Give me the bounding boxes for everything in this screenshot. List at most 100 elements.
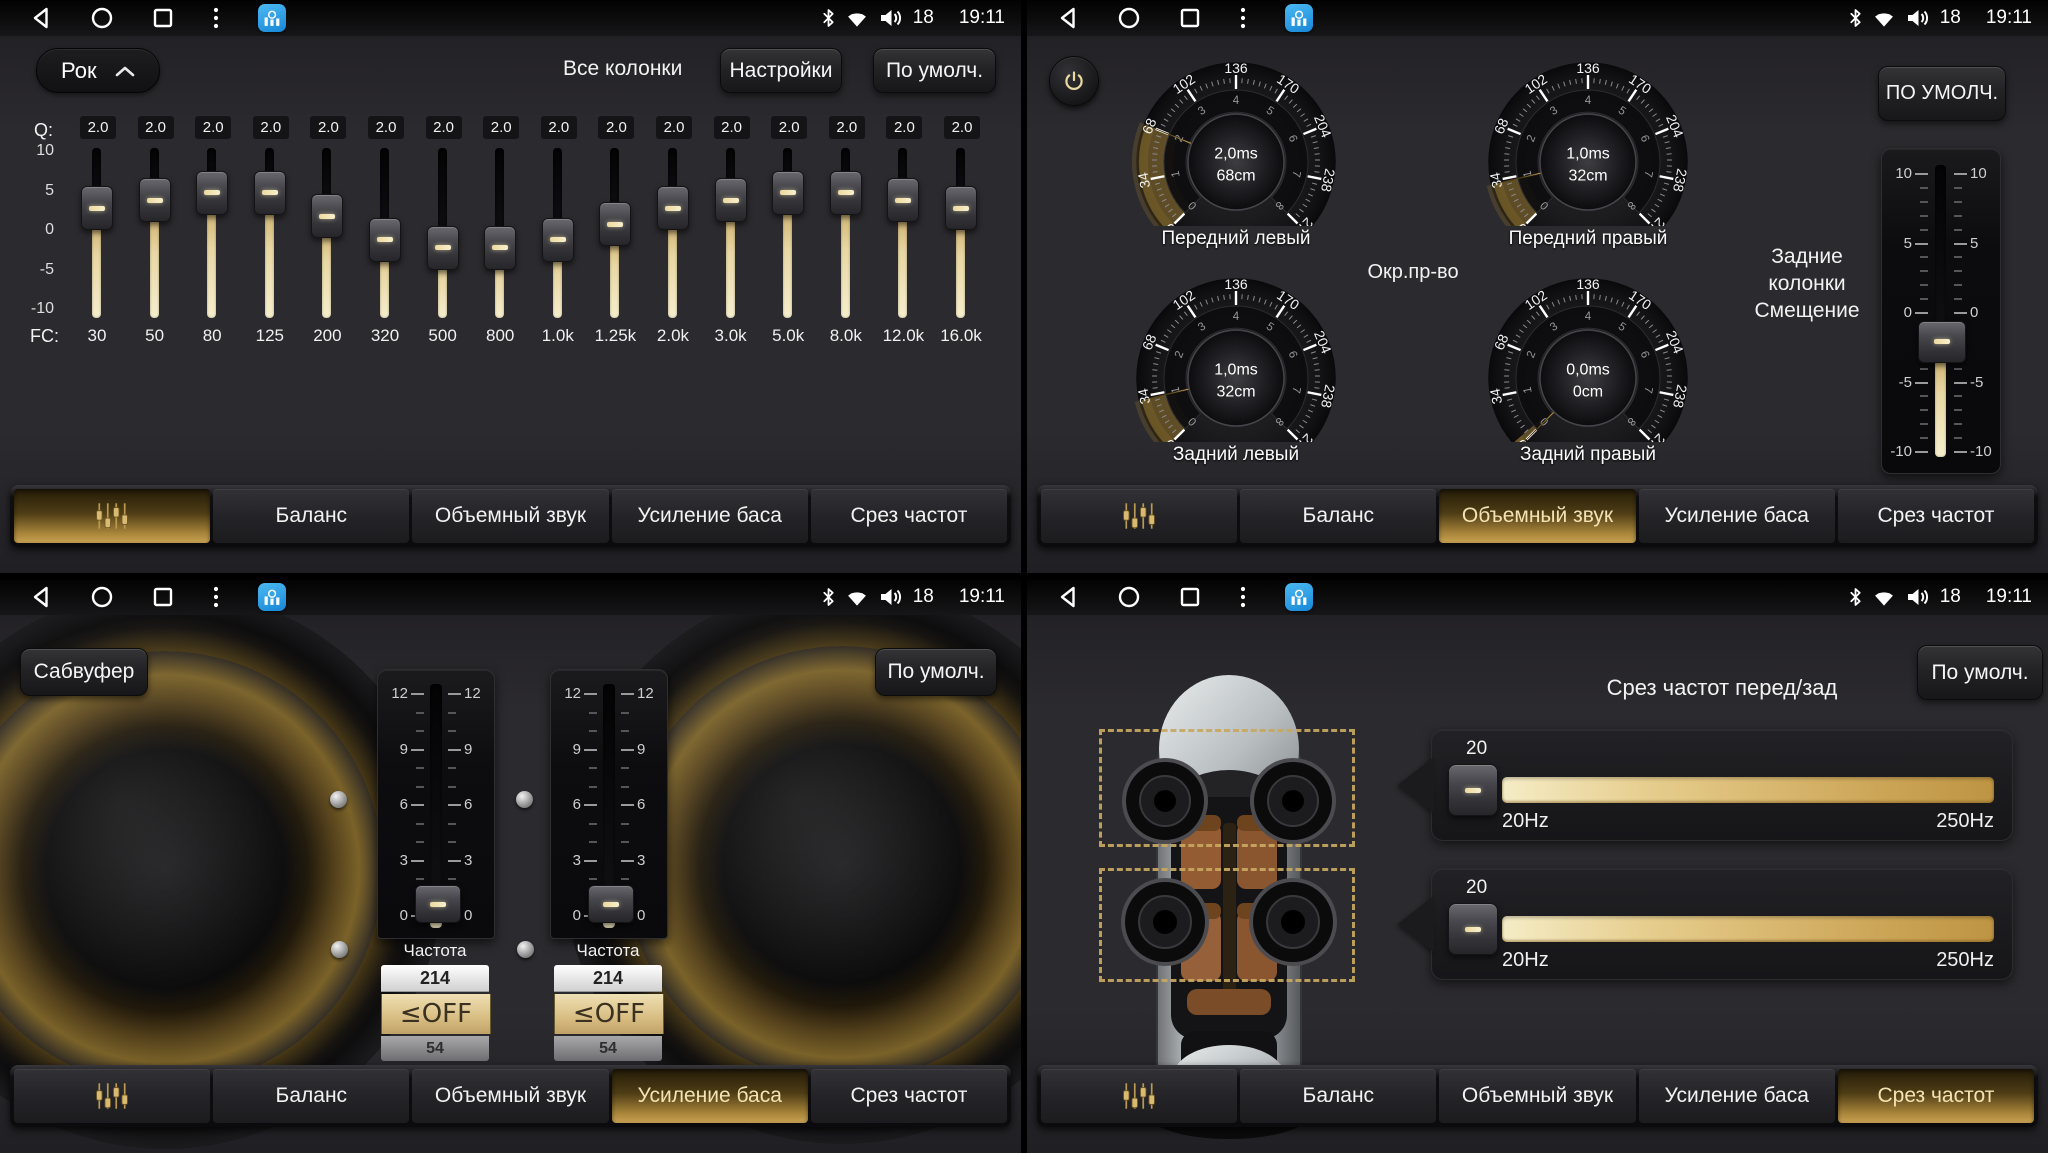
slider-knob[interactable] — [81, 186, 113, 230]
front-speakers-group-box[interactable] — [1099, 729, 1355, 847]
slider-knob[interactable] — [369, 218, 401, 262]
subwoofer-button[interactable]: Сабвуфер — [20, 648, 148, 696]
home-icon[interactable] — [1117, 585, 1141, 609]
tab-balance[interactable]: Баланс — [1240, 489, 1436, 543]
tab-balance[interactable]: Баланс — [213, 1069, 409, 1123]
back-icon[interactable] — [30, 6, 52, 30]
slider-knob[interactable] — [139, 178, 171, 222]
slider-knob[interactable] — [542, 218, 574, 262]
picker-option-below[interactable]: 54 — [381, 1036, 489, 1061]
q-value-50[interactable]: 2.0 — [137, 115, 175, 140]
q-value-1.0k[interactable]: 2.0 — [540, 115, 578, 140]
crossover-knob[interactable] — [1448, 903, 1498, 955]
picker-option-above[interactable]: 214 — [554, 965, 662, 992]
tab-crossover[interactable]: Срез частот — [811, 489, 1007, 543]
tab-equalizer[interactable] — [14, 1069, 210, 1123]
delay-dial-4[interactable]: 034681021361702042382720123456780,0ms0cm… — [1473, 278, 1703, 476]
q-value-200[interactable]: 2.0 — [309, 115, 347, 140]
q-value-12.0k[interactable]: 2.0 — [885, 115, 923, 140]
crossover-slider-rear[interactable]: 2020Hz250Hz — [1431, 868, 2013, 980]
back-icon[interactable] — [30, 585, 52, 609]
back-icon[interactable] — [1057, 6, 1079, 30]
q-value-3.0k[interactable]: 2.0 — [713, 115, 751, 140]
tab-bass-boost[interactable]: Усиление баса — [1639, 1069, 1835, 1123]
eq-band-slider-500[interactable] — [428, 146, 458, 324]
eq-band-slider-1.25k[interactable] — [600, 146, 630, 324]
eq-band-slider-80[interactable] — [197, 146, 227, 324]
power-button[interactable] — [1049, 56, 1099, 106]
eq-band-slider-12.0k[interactable] — [888, 146, 918, 324]
default-button[interactable]: По умолч. — [875, 648, 997, 696]
equalizer-app-icon[interactable] — [258, 583, 286, 611]
picker-option-below[interactable]: 54 — [554, 1036, 662, 1061]
default-button[interactable]: По умолч. — [1917, 645, 2043, 700]
home-icon[interactable] — [1117, 6, 1141, 30]
picker-option-above[interactable]: 214 — [381, 965, 489, 992]
tab-crossover[interactable]: Срез частот — [1838, 489, 2034, 543]
crossover-slider-front[interactable]: 2020Hz250Hz — [1431, 729, 2013, 841]
slider-knob[interactable] — [427, 226, 459, 270]
q-value-16.0k[interactable]: 2.0 — [943, 115, 981, 140]
tab-equalizer[interactable] — [1041, 489, 1237, 543]
eq-band-slider-3.0k[interactable] — [716, 146, 746, 324]
eq-band-slider-1.0k[interactable] — [543, 146, 573, 324]
eq-band-slider-16.0k[interactable] — [946, 146, 976, 324]
default-button[interactable]: По умолч. — [873, 48, 996, 93]
eq-band-slider-800[interactable] — [485, 146, 515, 324]
slider-knob[interactable] — [657, 186, 689, 230]
bass-knob[interactable] — [588, 885, 634, 923]
q-value-5.0k[interactable]: 2.0 — [770, 115, 808, 140]
tab-bass-boost[interactable]: Усиление баса — [612, 489, 808, 543]
tab-bass-boost[interactable]: Усиление баса — [612, 1069, 808, 1123]
slider-knob[interactable] — [887, 178, 919, 222]
eq-band-slider-50[interactable] — [140, 146, 170, 324]
recents-icon[interactable] — [152, 7, 174, 29]
equalizer-app-icon[interactable] — [258, 4, 286, 32]
tab-balance[interactable]: Баланс — [1240, 1069, 1436, 1123]
tab-bass-boost[interactable]: Усиление баса — [1639, 489, 1835, 543]
menu-icon[interactable] — [212, 6, 220, 30]
picker-selected-off[interactable]: ≤OFF — [381, 994, 491, 1034]
tab-balance[interactable]: Баланс — [213, 489, 409, 543]
rear-offset-slider[interactable]: 10105500-5-5-10-10 — [1881, 148, 2001, 474]
q-value-320[interactable]: 2.0 — [367, 115, 405, 140]
slider-knob[interactable] — [830, 171, 862, 215]
tab-equalizer[interactable] — [1041, 1069, 1237, 1123]
tab-crossover[interactable]: Срез частот — [811, 1069, 1007, 1123]
menu-icon[interactable] — [212, 585, 220, 609]
bass-slider-panel-2[interactable]: 121299663300Частота214≤OFF54 — [550, 669, 666, 1065]
q-value-2.0k[interactable]: 2.0 — [655, 115, 693, 140]
bass-slider-panel-1[interactable]: 121299663300Частота214≤OFF54 — [377, 669, 493, 1065]
q-value-800[interactable]: 2.0 — [482, 115, 520, 140]
eq-band-slider-320[interactable] — [370, 146, 400, 324]
tab-surround[interactable]: Объемный звук — [412, 1069, 608, 1123]
eq-band-slider-200[interactable] — [312, 146, 342, 324]
slider-knob[interactable] — [715, 178, 747, 222]
q-value-500[interactable]: 2.0 — [425, 115, 463, 140]
preset-dropdown[interactable]: Рок — [36, 48, 160, 93]
menu-icon[interactable] — [1239, 6, 1247, 30]
rear-offset-knob[interactable] — [1918, 321, 1966, 363]
recents-icon[interactable] — [1179, 7, 1201, 29]
eq-band-slider-30[interactable] — [82, 146, 112, 324]
q-value-1.25k[interactable]: 2.0 — [597, 115, 635, 140]
q-value-8.0k[interactable]: 2.0 — [828, 115, 866, 140]
q-value-80[interactable]: 2.0 — [194, 115, 232, 140]
crossover-knob[interactable] — [1448, 764, 1498, 816]
slider-knob[interactable] — [599, 202, 631, 246]
recents-icon[interactable] — [152, 586, 174, 608]
eq-band-slider-8.0k[interactable] — [831, 146, 861, 324]
default-button[interactable]: ПО УМОЛЧ. — [1878, 66, 2006, 121]
delay-dial-1[interactable]: 034681021361702042382720123456782,0ms68c… — [1121, 62, 1351, 260]
home-icon[interactable] — [90, 585, 114, 609]
crossover-track[interactable] — [1502, 777, 1994, 803]
q-value-30[interactable]: 2.0 — [79, 115, 117, 140]
slider-knob[interactable] — [772, 171, 804, 215]
eq-band-slider-125[interactable] — [255, 146, 285, 324]
q-value-125[interactable]: 2.0 — [252, 115, 290, 140]
tab-surround[interactable]: Объемный звук — [1439, 489, 1635, 543]
bass-slider[interactable]: 121299663300 — [550, 669, 668, 939]
menu-icon[interactable] — [1239, 585, 1247, 609]
delay-dial-3[interactable]: 034681021361702042382720123456781,0ms32c… — [1121, 278, 1351, 476]
recents-icon[interactable] — [1179, 586, 1201, 608]
